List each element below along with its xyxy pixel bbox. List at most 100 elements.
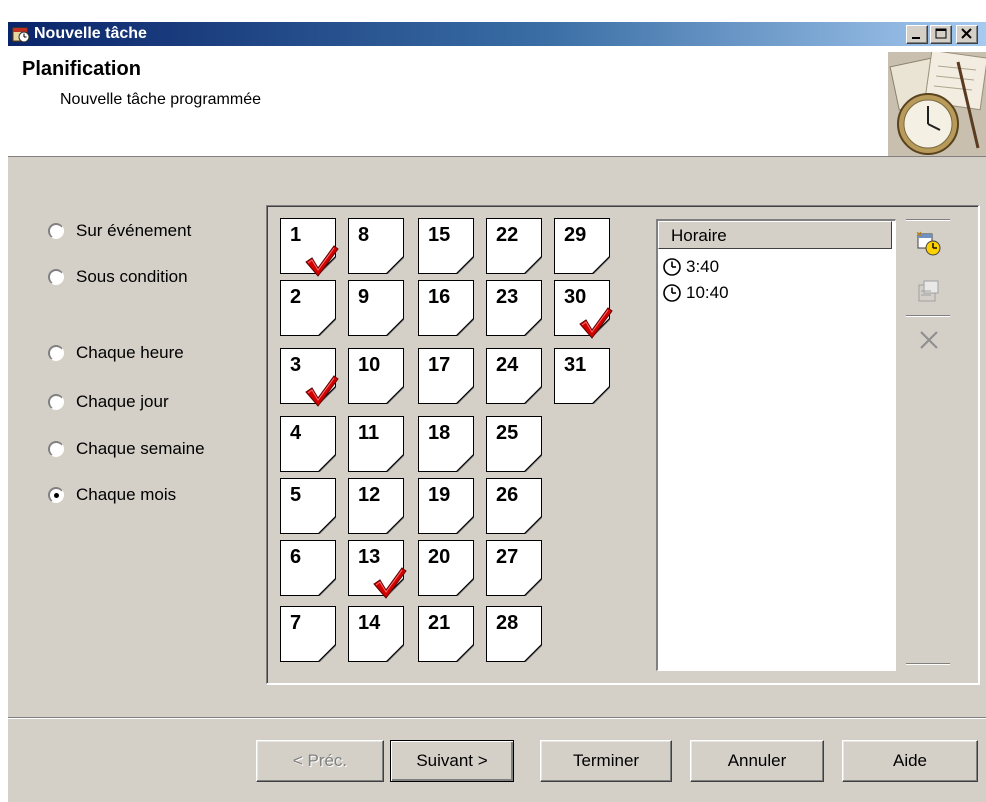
day-number: 8 (358, 224, 370, 246)
page-fold-icon (318, 578, 336, 596)
title-bar[interactable]: Nouvelle tâche (8, 22, 986, 46)
page-fold-icon (456, 454, 474, 472)
page-fold-icon (386, 256, 404, 274)
page-fold-icon (318, 516, 336, 534)
toolbar-separator (906, 663, 950, 665)
help-button[interactable]: Aide (842, 740, 978, 782)
day-number: 19 (428, 484, 451, 506)
close-icon (961, 28, 972, 39)
day-number: 10 (358, 354, 381, 376)
radio-button-checked[interactable] (48, 487, 64, 503)
time-label: 10:40 (686, 283, 729, 302)
day-number: 14 (358, 612, 381, 634)
day-number: 27 (496, 546, 519, 568)
day-number: 18 (428, 422, 451, 444)
page-subtitle: Nouvelle tâche programmée (60, 91, 261, 108)
page-fold-icon (318, 644, 336, 662)
time-toolbar (904, 219, 952, 671)
previous-button[interactable]: < Préc. (256, 740, 384, 782)
radio-label: Chaque jour (76, 392, 169, 411)
page-fold-icon (456, 256, 474, 274)
red-checkmark-icon (373, 567, 407, 599)
finish-button[interactable]: Terminer (540, 740, 672, 782)
wizard-header: Planification Nouvelle tâche programmée (8, 46, 986, 157)
page-fold-icon (386, 516, 404, 534)
clock-and-calendar-illustration (888, 52, 986, 156)
page-fold-icon (524, 644, 542, 662)
cancel-button[interactable]: Annuler (690, 740, 824, 782)
day-number: 15 (428, 224, 451, 246)
page-title: Planification (22, 58, 141, 80)
radio-label: Chaque semaine (76, 439, 205, 458)
minimize-button[interactable] (906, 25, 928, 44)
page-fold-icon (592, 256, 610, 274)
page-fold-icon (592, 386, 610, 404)
day-number: 22 (496, 224, 519, 246)
day-number: 24 (496, 354, 519, 376)
scheduler-app-icon (12, 27, 30, 43)
page-fold-icon (524, 454, 542, 472)
page-fold-icon (524, 578, 542, 596)
radio-button[interactable] (48, 394, 64, 410)
radio-button[interactable] (48, 223, 64, 239)
page-fold-icon (318, 318, 336, 336)
day-number: 17 (428, 354, 451, 376)
properties-icon[interactable] (916, 279, 942, 305)
clock-icon (663, 258, 681, 276)
day-number: 26 (496, 484, 519, 506)
page-fold-icon (456, 386, 474, 404)
maximize-icon (935, 28, 947, 39)
red-checkmark-icon (305, 245, 339, 277)
toolbar-separator (906, 315, 950, 317)
day-number: 20 (428, 546, 451, 568)
maximize-button[interactable] (930, 25, 952, 44)
page-fold-icon (456, 644, 474, 662)
page-fold-icon (456, 578, 474, 596)
red-checkmark-icon (579, 307, 613, 339)
day-number: 29 (564, 224, 587, 246)
page-fold-icon (456, 516, 474, 534)
radio-label: Sur événement (76, 221, 192, 240)
column-header-label: Horaire (671, 226, 727, 245)
day-number: 2 (290, 286, 302, 308)
day-number: 12 (358, 484, 381, 506)
day-number: 21 (428, 612, 451, 634)
time-list-header[interactable]: Horaire (658, 221, 892, 249)
radio-label: Chaque mois (76, 485, 177, 504)
page-fold-icon (524, 516, 542, 534)
add-time-icon[interactable] (916, 231, 942, 257)
radio-label: Sous condition (76, 267, 188, 286)
page-fold-icon (456, 318, 474, 336)
day-number: 4 (290, 422, 302, 444)
footer-separator (8, 717, 986, 719)
day-number: 1 (290, 224, 302, 246)
day-number: 9 (358, 286, 370, 308)
wizard-window: Nouvelle tâche Planification Nouvelle tâ… (8, 22, 986, 802)
delete-icon[interactable] (916, 327, 942, 353)
day-number: 25 (496, 422, 519, 444)
time-list[interactable]: Horaire 3:40 10:40 (656, 219, 896, 671)
day-number: 28 (496, 612, 519, 634)
page-fold-icon (524, 318, 542, 336)
day-number: 6 (290, 546, 302, 568)
page-fold-icon (386, 386, 404, 404)
radio-button[interactable] (48, 269, 64, 285)
window-title: Nouvelle tâche (34, 25, 147, 42)
day-number: 5 (290, 484, 302, 506)
page-fold-icon (386, 318, 404, 336)
time-label: 3:40 (686, 257, 720, 276)
toolbar-separator (906, 219, 950, 221)
page-fold-icon (318, 454, 336, 472)
page-fold-icon (386, 644, 404, 662)
next-button[interactable]: Suivant > (390, 740, 514, 782)
close-button[interactable] (956, 25, 978, 44)
day-number: 23 (496, 286, 519, 308)
red-checkmark-icon (305, 375, 339, 407)
clock-icon (663, 284, 681, 302)
page-fold-icon (524, 386, 542, 404)
radio-button[interactable] (48, 345, 64, 361)
page-fold-icon (386, 454, 404, 472)
radio-button[interactable] (48, 441, 64, 457)
day-number: 16 (428, 286, 451, 308)
minimize-icon (912, 37, 920, 39)
